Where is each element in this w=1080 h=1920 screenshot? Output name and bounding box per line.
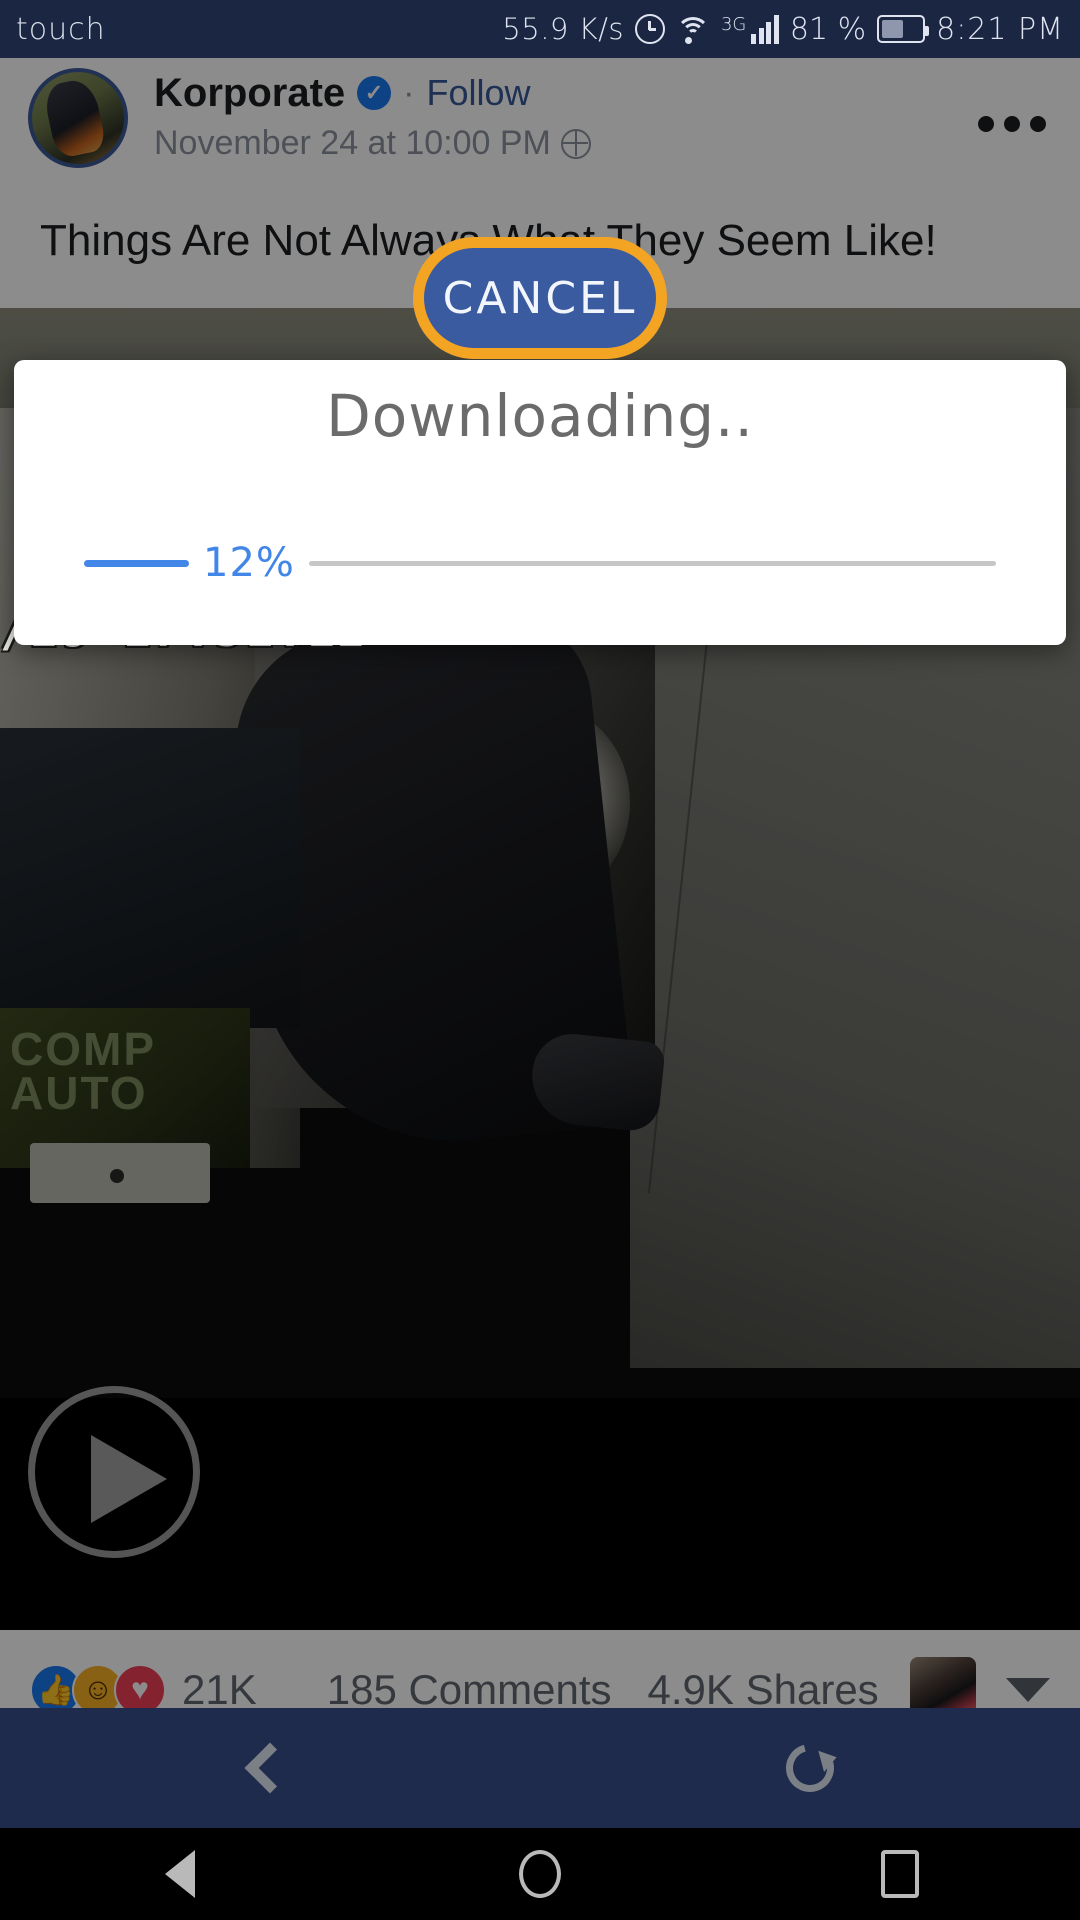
verified-badge-icon: ✓ <box>357 76 392 110</box>
reaction-count[interactable]: 21K <box>182 1666 257 1714</box>
phone-screen: touch 55.9 K/s 3G 81 % 8:21 PM Korporate <box>0 0 1080 1920</box>
alarm-icon <box>634 14 665 44</box>
reload-icon <box>777 1735 843 1801</box>
nav-recents-button[interactable] <box>720 1850 1080 1898</box>
browser-reload-button[interactable] <box>540 1708 1080 1828</box>
signal-bars-icon <box>751 14 779 44</box>
back-chevron-icon <box>244 1742 296 1794</box>
browser-toolbar <box>0 1708 1080 1828</box>
battery-icon <box>877 15 930 43</box>
more-options-icon[interactable] <box>978 116 1046 132</box>
network-speed-label: 55.9 K/s <box>502 12 624 46</box>
android-nav-bar <box>0 1828 1080 1920</box>
status-bar: touch 55.9 K/s 3G 81 % 8:21 PM <box>0 0 1080 58</box>
progress-track <box>308 560 996 566</box>
shares-count[interactable]: 4.9K Shares <box>648 1666 879 1714</box>
browser-back-button[interactable] <box>0 1708 540 1828</box>
post-timestamp[interactable]: November 24 at 10:00 PM <box>154 124 551 163</box>
carrier-label: touch <box>16 11 106 47</box>
follow-button[interactable]: Follow <box>426 72 530 114</box>
progress-percent-label: 12% <box>203 540 295 586</box>
play-icon[interactable] <box>28 1386 200 1558</box>
network-type-label: 3G <box>720 13 747 35</box>
post-header: Korporate ✓ · Follow November 24 at 10:0… <box>0 58 1080 198</box>
separator: · <box>403 73 415 112</box>
nav-recents-icon <box>880 1850 919 1898</box>
nav-back-button[interactable] <box>0 1850 360 1898</box>
page-name[interactable]: Korporate <box>154 73 345 113</box>
cancel-button[interactable]: CANCEL <box>413 237 667 359</box>
progress-fill <box>84 559 189 567</box>
nav-home-button[interactable] <box>360 1850 720 1898</box>
avatar[interactable] <box>28 68 128 168</box>
nav-home-icon <box>518 1850 561 1898</box>
license-plate-text: COMP AUTO <box>10 1023 156 1119</box>
download-dialog: Downloading.. 12% <box>14 360 1066 645</box>
progress-bar: 12% <box>84 540 996 586</box>
battery-percent-label: 81 % <box>789 11 867 47</box>
globe-icon <box>560 128 591 159</box>
clock-label: 8:21 PM <box>936 11 1064 47</box>
nav-back-icon <box>164 1850 195 1898</box>
comments-count[interactable]: 185 Comments <box>327 1666 612 1714</box>
wifi-icon <box>675 15 710 44</box>
chevron-down-icon[interactable] <box>1006 1678 1050 1702</box>
dialog-title: Downloading.. <box>326 382 754 450</box>
